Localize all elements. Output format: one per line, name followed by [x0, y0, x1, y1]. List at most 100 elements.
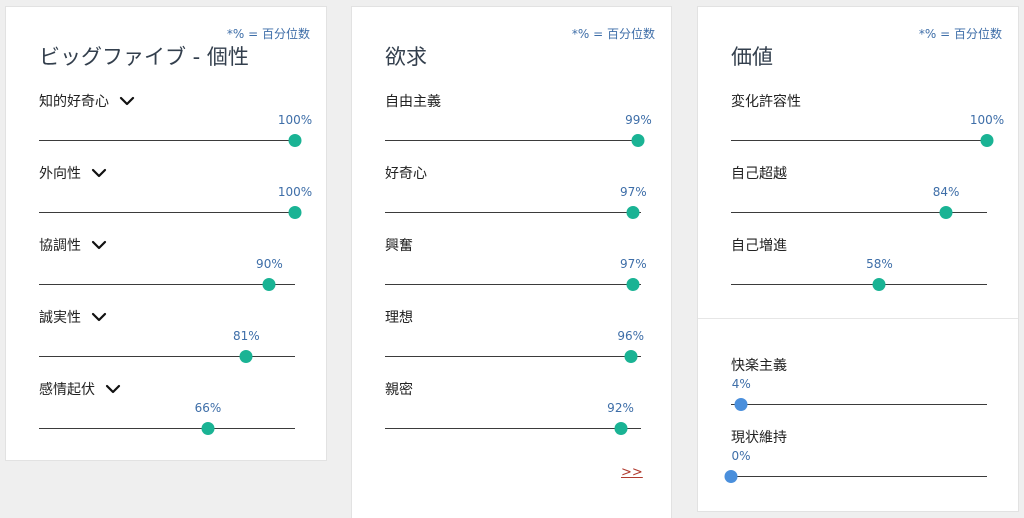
trait-header[interactable]: 知的好奇心 [39, 91, 135, 111]
trait-header: 自己増進 [731, 235, 787, 255]
trait-row: 変化許容性 100% [731, 91, 1004, 155]
trait-label: 自己増進 [731, 238, 787, 254]
percentile-marker [624, 350, 638, 363]
trait-header[interactable]: 協調性 [39, 235, 107, 255]
percentile-note: *% = 百分位数 [226, 27, 310, 41]
trait-label: 自己超越 [731, 166, 787, 182]
chevron-down-icon[interactable] [91, 309, 107, 325]
trait-header: 理想 [385, 307, 413, 327]
trait-header: 現状維持 [731, 427, 787, 447]
percentile-value: 92% [607, 401, 634, 415]
chevron-down-icon[interactable] [105, 381, 121, 397]
chevron-down-icon[interactable] [119, 93, 135, 109]
percentile-track [731, 284, 987, 285]
percentile-track [39, 284, 295, 285]
percentile-value: 97% [619, 257, 647, 271]
percentile-value: 100% [969, 113, 1005, 127]
percentile-value: 100% [277, 185, 313, 199]
trait-row: 現状維持 0% [724, 427, 987, 491]
trait-header: 親密 [385, 379, 413, 399]
percentile-track [385, 428, 641, 429]
trait-header: 自己超越 [731, 163, 787, 183]
percentile-marker [626, 206, 640, 219]
trait-row[interactable]: 誠実性 81% [39, 307, 295, 371]
more-link[interactable]: >> [621, 465, 643, 480]
percentile-track [385, 356, 641, 357]
percentile-value: 90% [256, 257, 283, 271]
percentile-track [39, 212, 295, 213]
percentile-note: *% = 百分位数 [571, 27, 655, 41]
trait-row: 自己超越 84% [731, 163, 987, 227]
trait-label: 親密 [385, 382, 413, 398]
percentile-marker [626, 278, 640, 291]
percentile-marker [239, 350, 253, 363]
percentile-note: *% = 百分位数 [918, 27, 1002, 41]
trait-label: 理想 [385, 310, 413, 326]
trait-label: 知的好奇心 [39, 94, 109, 110]
percentile-track [39, 356, 295, 357]
percentile-marker [939, 206, 953, 219]
trait-row: 親密 92% [385, 379, 641, 443]
trait-label: 興奮 [385, 238, 413, 254]
percentile-track [385, 140, 641, 141]
percentile-track [731, 476, 987, 477]
percentile-track [39, 428, 295, 429]
trait-header[interactable]: 感情起伏 [39, 379, 121, 399]
trait-row: 自己増進 58% [731, 235, 987, 299]
big-five-card: *% = 百分位数 ビッグファイブ - 個性 知的好奇心 100% 外向性 100% 協… [5, 6, 327, 461]
trait-row: 自由主義 99% [385, 91, 652, 155]
trait-row[interactable]: 協調性 90% [39, 235, 295, 299]
trait-label: 協調性 [39, 238, 81, 254]
percentile-value: 58% [866, 257, 893, 271]
trait-label: 好奇心 [385, 166, 427, 182]
trait-label: 感情起伏 [39, 382, 95, 398]
chevron-down-icon[interactable] [91, 165, 107, 181]
needs-card: *% = 百分位数 欲求 自由主義 99% 好奇心 97% 興奮 97% 理想 96% 親密 92… [351, 6, 672, 518]
trait-row: 興奮 97% [385, 235, 647, 299]
percentile-value: 97% [619, 185, 647, 199]
percentile-marker [614, 422, 628, 435]
chevron-down-icon[interactable] [91, 237, 107, 253]
percentile-marker [262, 278, 276, 291]
trait-header[interactable]: 外向性 [39, 163, 107, 183]
percentile-marker [872, 278, 886, 291]
percentile-marker [724, 470, 738, 483]
big-five-title: ビッグファイブ - 個性 [39, 45, 249, 69]
values-card: *% = 百分位数 価値 変化許容性 100% 自己超越 84% 自己増進 58% 快楽主… [697, 6, 1019, 512]
trait-label: 変化許容性 [731, 94, 801, 110]
percentile-value: 84% [932, 185, 960, 199]
trait-header: 好奇心 [385, 163, 427, 183]
trait-header[interactable]: 誠実性 [39, 307, 107, 327]
trait-row: 好奇心 97% [385, 163, 647, 227]
trait-label: 外向性 [39, 166, 81, 182]
percentile-value: 66% [194, 401, 222, 415]
percentile-value: 100% [277, 113, 313, 127]
trait-header: 興奮 [385, 235, 413, 255]
trait-label: 自由主義 [385, 94, 441, 110]
trait-row[interactable]: 知的好奇心 100% [39, 91, 312, 155]
percentile-track [731, 404, 987, 405]
section-divider [698, 318, 1018, 319]
trait-header: 自由主義 [385, 91, 441, 111]
trait-label: 誠実性 [39, 310, 81, 326]
trait-label: 快楽主義 [731, 358, 787, 374]
percentile-value: 0% [731, 449, 751, 463]
percentile-marker [288, 134, 302, 147]
percentile-value: 4% [731, 377, 751, 391]
percentile-marker [734, 398, 748, 411]
trait-row[interactable]: 外向性 100% [39, 163, 312, 227]
trait-row: 理想 96% [385, 307, 645, 371]
needs-title: 欲求 [385, 45, 427, 69]
percentile-value: 81% [233, 329, 260, 343]
values-title: 価値 [731, 45, 773, 69]
percentile-track [731, 140, 987, 141]
percentile-track [39, 140, 295, 141]
percentile-marker [288, 206, 302, 219]
percentile-marker [631, 134, 645, 147]
trait-header: 快楽主義 [731, 355, 787, 375]
percentile-marker [980, 134, 994, 147]
percentile-track [385, 212, 641, 213]
trait-row[interactable]: 感情起伏 66% [39, 379, 295, 443]
trait-header: 変化許容性 [731, 91, 801, 111]
percentile-value: 96% [617, 329, 645, 343]
